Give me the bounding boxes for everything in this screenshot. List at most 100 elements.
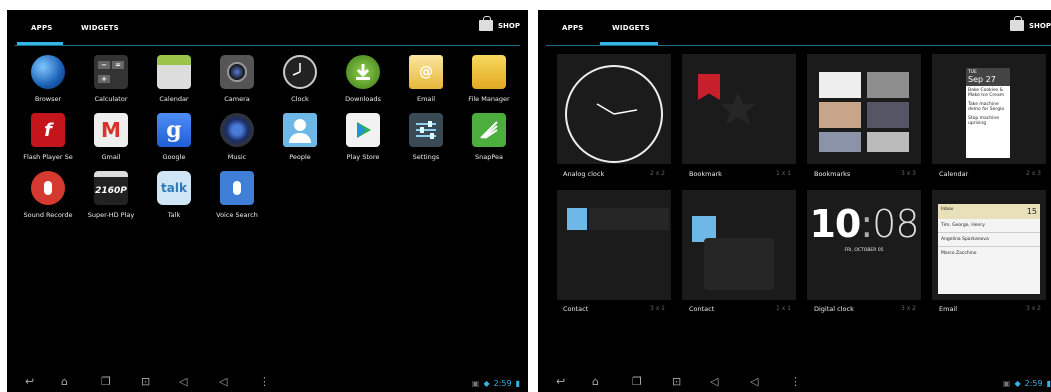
app-calendar[interactable]: Calendar (142, 55, 206, 111)
play-store-icon (346, 113, 380, 147)
thumbnail (867, 132, 909, 152)
shopping-bag-icon (479, 16, 494, 31)
back-icon[interactable]: ↩ (25, 376, 34, 387)
shop-label: SHOP (1029, 21, 1051, 30)
clock-time: 2:59 (493, 379, 512, 388)
screenshot-icon[interactable]: ⊡ (141, 376, 150, 387)
widget-size: 1 x 1 (776, 305, 791, 312)
app-label: Calendar (159, 95, 189, 103)
widget-digital-clock[interactable]: 10:08 FRI, OCTOBER 05 (807, 190, 921, 300)
home-icon[interactable]: ⌂ (592, 376, 599, 387)
volume-up-icon[interactable]: ◁ (750, 376, 758, 387)
screenshot-icon[interactable]: ⊡ (672, 376, 681, 387)
widget-bookmark[interactable] (682, 54, 796, 164)
app-clock[interactable]: Clock (268, 55, 332, 111)
app-label: Clock (291, 95, 309, 103)
app-label: Music (227, 153, 247, 161)
notification-icon: ▣ (1002, 379, 1011, 388)
app-flash-player[interactable]: f Flash Player Se (16, 113, 80, 169)
tab-apps[interactable]: APPS (562, 24, 584, 32)
bookmark-icon (698, 74, 720, 100)
inbox-title: Inbox (941, 207, 954, 212)
app-label: Super-HD Play (87, 211, 135, 219)
widget-size: 3 x 3 (901, 170, 916, 177)
app-calculator[interactable]: − = + Calculator (79, 55, 143, 111)
app-email[interactable]: @ Email (394, 55, 458, 111)
thumbnail (867, 102, 909, 128)
app-label: Browser (34, 95, 62, 103)
download-icon (346, 55, 380, 89)
tab-apps[interactable]: APPS (31, 24, 53, 32)
email-sender: Angelina Sparkanova (938, 233, 1040, 247)
tab-bar: APPS WIDGETS SHOP (7, 10, 528, 46)
widget-bookmarks[interactable] (807, 54, 921, 164)
widget-size: 2 x 3 (1026, 170, 1041, 177)
google-icon: g (157, 113, 191, 147)
widget-email[interactable]: Inbox 15 Tim, George, Henry Angelina Spa… (932, 190, 1046, 300)
app-sound-recorder[interactable]: Sound Recorde (16, 171, 80, 227)
app-play-store[interactable]: Play Store (331, 113, 395, 169)
clock-time: 2:59 (1024, 379, 1043, 388)
home-icon[interactable]: ⌂ (61, 376, 68, 387)
app-label: File Manager (468, 95, 510, 103)
app-super-hd-player[interactable]: 2160P Super-HD Play (79, 171, 143, 227)
widget-contact-wide[interactable] (557, 190, 671, 300)
app-label: Camera (224, 95, 250, 103)
volume-down-icon[interactable]: ◁ (179, 376, 187, 387)
shop-button[interactable]: SHOP (1010, 16, 1051, 31)
widget-analog-clock[interactable] (557, 54, 671, 164)
app-voice-search[interactable]: Voice Search (205, 171, 269, 227)
app-people[interactable]: People (268, 113, 332, 169)
app-talk[interactable]: talk Talk (142, 171, 206, 227)
app-snappea[interactable]: SnapPea (457, 113, 521, 169)
apps-screen: APPS WIDGETS SHOP Browser − = + Calculato… (7, 10, 528, 392)
app-camera[interactable]: Camera (205, 55, 269, 111)
app-google[interactable]: g Google (142, 113, 206, 169)
digital-clock-date: FRI, OCTOBER 05 (844, 248, 884, 253)
app-settings[interactable]: Settings (394, 113, 458, 169)
app-label: SnapPea (474, 153, 504, 161)
status-area[interactable]: ▣ ◆ 2:59 ▮ (472, 379, 520, 388)
app-music[interactable]: Music (205, 113, 269, 169)
widget-label: Analog clock (563, 170, 605, 178)
contact-icon (567, 208, 587, 230)
widget-label: Bookmark (689, 170, 722, 178)
shop-button[interactable]: SHOP (479, 16, 520, 31)
tab-divider (546, 45, 1051, 46)
menu-icon[interactable]: ⋮ (259, 376, 270, 387)
widget-label: Bookmarks (814, 170, 851, 178)
app-label: Calculator (94, 95, 128, 103)
gmail-icon: M (94, 113, 128, 147)
digital-clock-time: 10:08 (809, 202, 919, 246)
calendar-event: Take machine demo for Sergio (968, 102, 1005, 112)
app-downloads[interactable]: Downloads (331, 55, 395, 111)
widget-calendar[interactable]: TUE Sep 27 Bake Cookies & Make Ice Cream… (932, 54, 1046, 164)
battery-icon: ▮ (515, 379, 520, 388)
recent-apps-icon[interactable]: ❐ (632, 376, 642, 387)
settings-icon (409, 113, 443, 147)
tab-bar: APPS WIDGETS SHOP (538, 10, 1051, 46)
app-browser[interactable]: Browser (16, 55, 80, 111)
app-label: Settings (412, 153, 440, 161)
thumbnail (819, 72, 861, 98)
email-preview: Inbox 15 Tim, George, Henry Angelina Spa… (938, 204, 1040, 294)
volume-down-icon[interactable]: ◁ (710, 376, 718, 387)
recent-apps-icon[interactable]: ❐ (101, 376, 111, 387)
calendar-icon (157, 55, 191, 89)
app-gmail[interactable]: M Gmail (79, 113, 143, 169)
thumbnail (867, 72, 909, 98)
status-area[interactable]: ▣ ◆ 2:59 ▮ (1003, 379, 1051, 388)
widget-size: 3 x 2 (1026, 305, 1041, 312)
tab-widgets[interactable]: WIDGETS (81, 24, 119, 32)
back-icon[interactable]: ↩ (556, 376, 565, 387)
widget-contact[interactable] (682, 190, 796, 300)
menu-icon[interactable]: ⋮ (790, 376, 801, 387)
app-label: Downloads (345, 95, 381, 103)
widget-size: 1 x 1 (776, 170, 791, 177)
app-file-manager[interactable]: File Manager (457, 55, 521, 111)
volume-up-icon[interactable]: ◁ (219, 376, 227, 387)
tab-widgets[interactable]: WIDGETS (612, 24, 650, 32)
app-label: Voice Search (216, 211, 258, 219)
speaker-icon (220, 113, 254, 147)
widget-size: 3 x 2 (901, 305, 916, 312)
